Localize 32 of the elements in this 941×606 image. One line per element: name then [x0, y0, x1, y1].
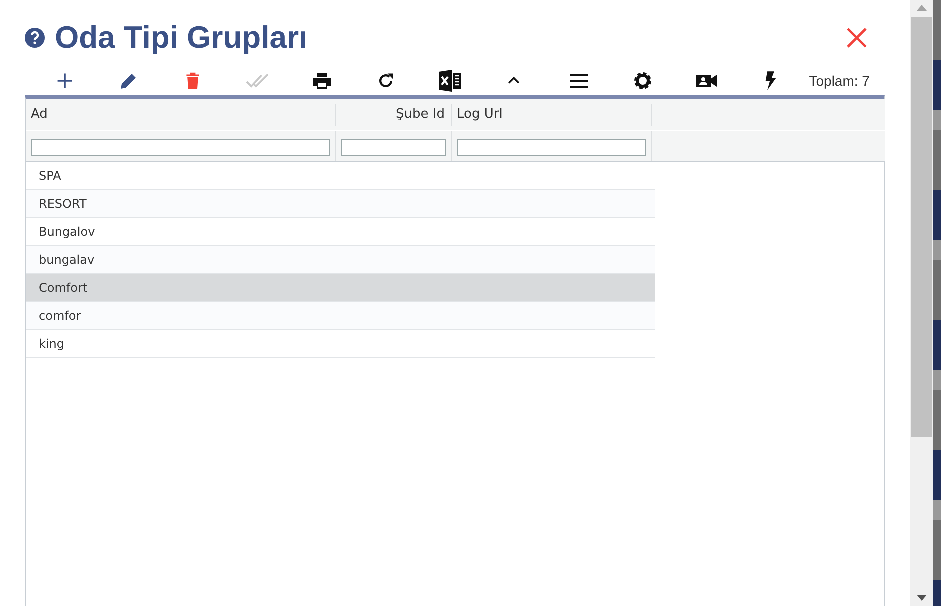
settings-icon	[632, 70, 653, 90]
table-cell-text: Bungalov	[38, 224, 96, 238]
trash-icon	[184, 70, 202, 90]
scrollbar[interactable]	[910, 0, 933, 606]
close-icon[interactable]	[847, 28, 867, 48]
column-header[interactable]: Ad	[26, 104, 336, 126]
window-title: Oda Tipi Grupları	[55, 20, 309, 56]
help-icon[interactable]	[25, 28, 45, 48]
table-cell-text: SPA	[38, 168, 62, 182]
column-header[interactable]: Log Url	[452, 104, 652, 126]
table-cell-text: bungalav	[38, 252, 96, 266]
table-cell-text: king	[38, 336, 66, 350]
spreadsheet-icon	[438, 68, 462, 92]
lightning-icon	[765, 70, 778, 90]
filter-field[interactable]	[457, 139, 646, 156]
total-count: Toplam: 7	[809, 72, 870, 88]
table-cell-text: comfor	[38, 308, 82, 322]
table-cell-text: Comfort	[38, 280, 89, 294]
scroll-down-icon[interactable]	[916, 595, 926, 601]
scrollbar-thumb[interactable]	[911, 17, 932, 437]
refresh-icon	[377, 72, 396, 90]
video-camera-icon	[696, 72, 718, 88]
table-row[interactable]: comfor	[26, 302, 655, 330]
table-row[interactable]: RESORT	[26, 190, 655, 218]
filter-field[interactable]	[341, 139, 446, 156]
table-row[interactable]: bungalav	[26, 246, 655, 274]
filter-field[interactable]	[31, 139, 330, 156]
plus-icon	[56, 72, 74, 90]
printer-icon	[312, 70, 332, 90]
table-cell-text: RESORT	[38, 196, 88, 210]
column-header[interactable]: Şube Id	[336, 104, 452, 126]
table-row[interactable]: Comfort	[26, 274, 655, 302]
